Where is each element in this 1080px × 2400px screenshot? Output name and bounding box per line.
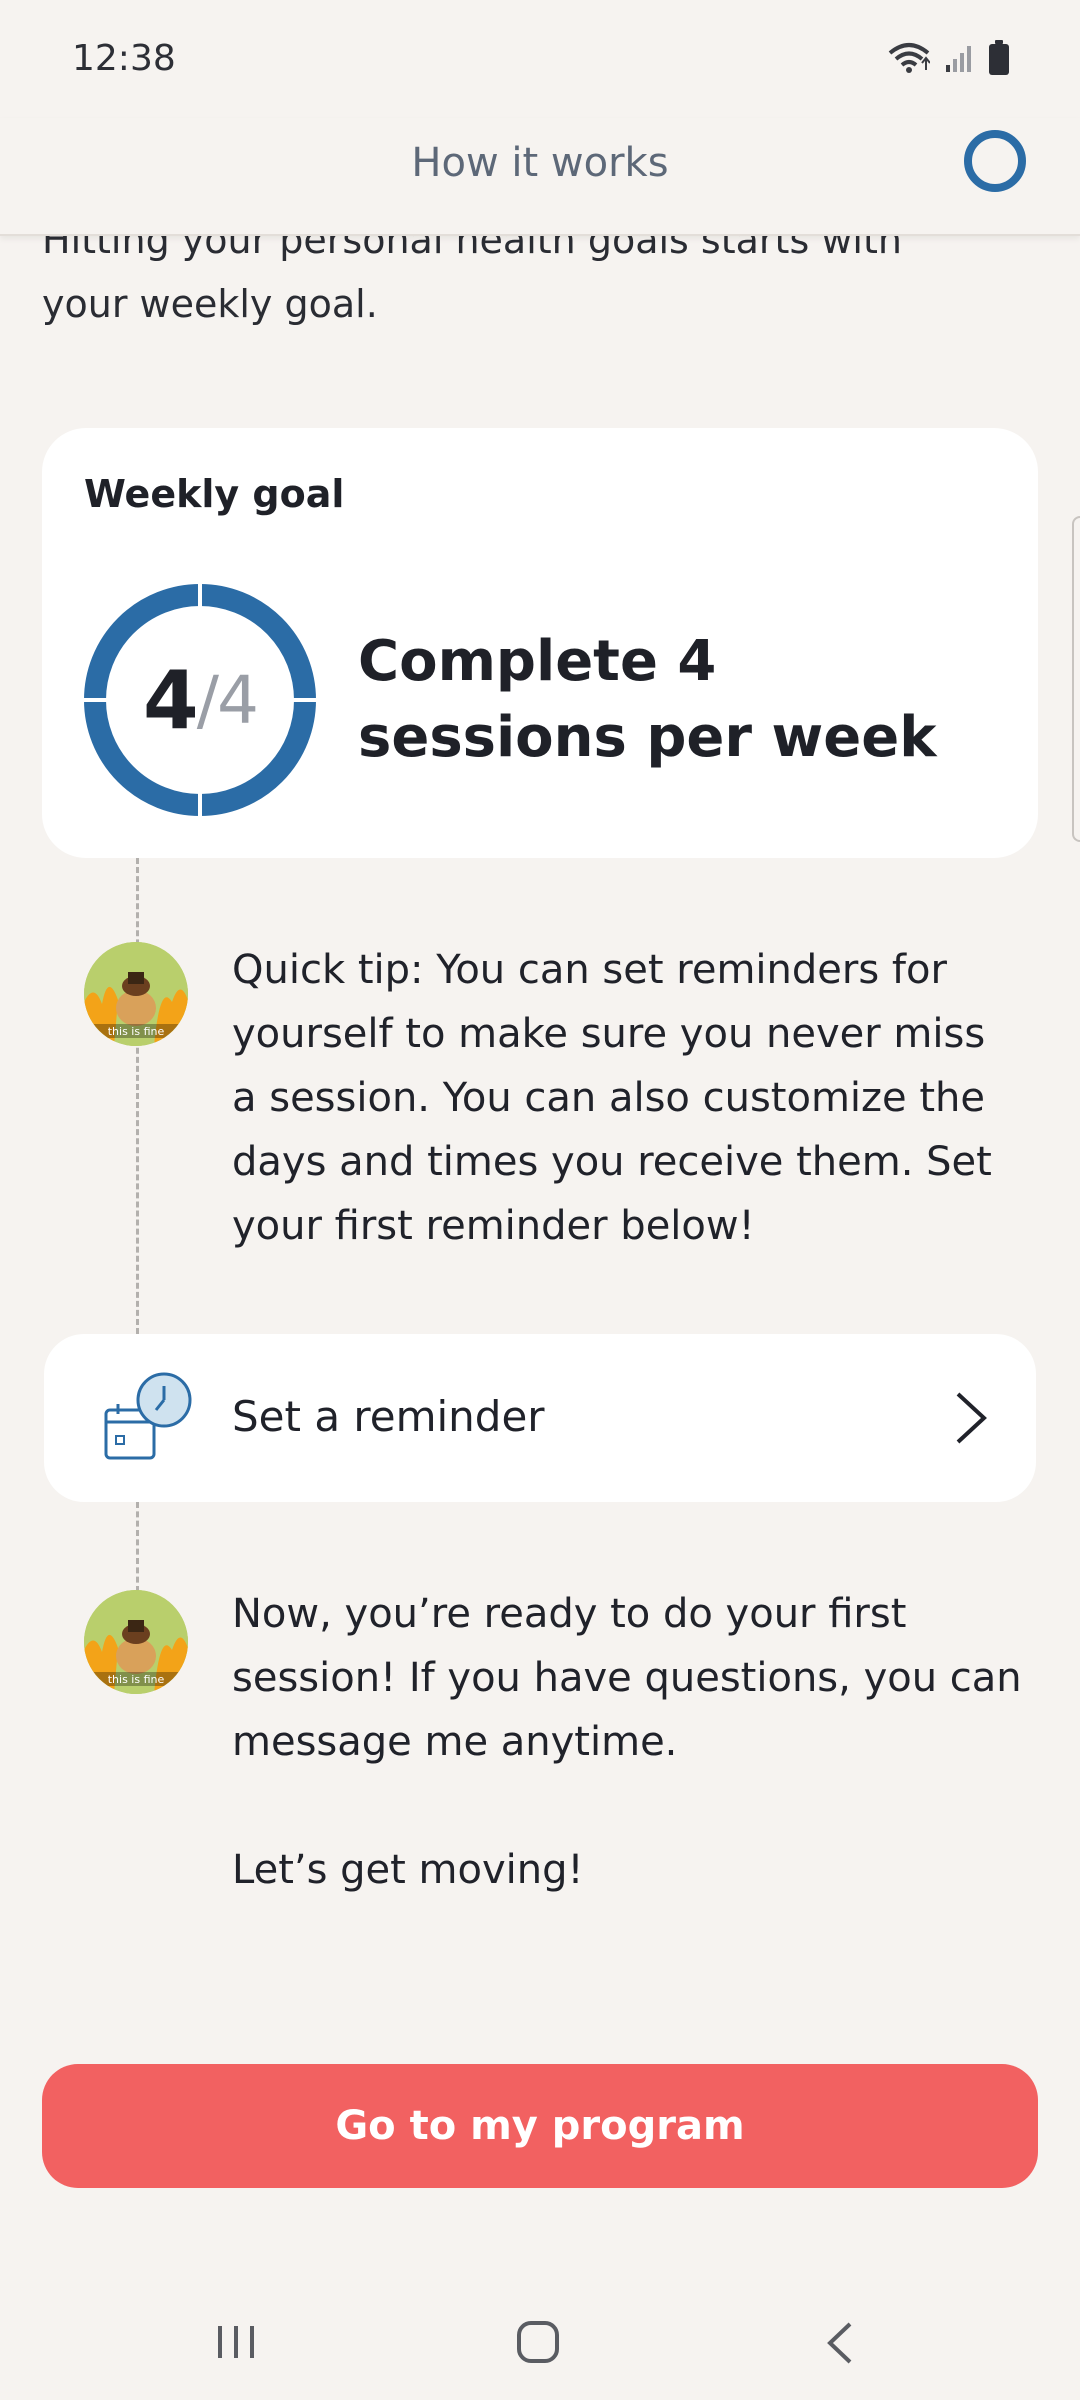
scrollbar[interactable] (1072, 516, 1080, 842)
page-title: How it works (411, 140, 669, 186)
weekly-goal-label: Weekly goal (84, 472, 345, 516)
home-icon[interactable] (516, 2320, 560, 2364)
intro-line-2: your weekly goal. (42, 282, 378, 326)
timeline-connector (136, 858, 139, 1334)
goal-completed: 4 (143, 653, 199, 747)
app-header: How it works (0, 118, 1080, 236)
goal-total: /4 (196, 661, 259, 739)
wifi-icon (888, 43, 930, 73)
goal-count: 4/4 (82, 582, 318, 818)
tip-message: Now, you’re ready to do your first sessi… (232, 1582, 1022, 1902)
battery-icon (989, 40, 1009, 75)
weekly-goal-card: Weekly goal 4/4 Complete 4 sessions per … (42, 428, 1038, 858)
recents-icon[interactable] (214, 2320, 258, 2364)
tip-message: Quick tip: You can set reminders for you… (232, 947, 992, 1249)
go-to-program-button[interactable]: Go to my program (42, 2064, 1038, 2188)
svg-text:this is fine: this is fine (108, 1025, 165, 1038)
tip-message-line: Now, you’re ready to do your first sessi… (232, 1591, 1022, 1765)
timeline-connector (136, 1502, 139, 1592)
coach-avatar-icon: this is fine (84, 1590, 188, 1694)
back-icon[interactable] (822, 2320, 858, 2366)
ring-icon[interactable] (964, 130, 1026, 192)
tip-message-line: Let’s get moving! (232, 1847, 584, 1893)
coach-avatar-icon: this is fine (84, 942, 188, 1046)
status-bar: 12:38 (0, 0, 1080, 118)
chevron-right-icon (956, 1392, 987, 1444)
status-icons (888, 40, 1010, 76)
set-reminder-button[interactable]: Set a reminder (44, 1334, 1036, 1502)
svg-text:this is fine: this is fine (108, 1673, 165, 1686)
status-time: 12:38 (72, 38, 176, 79)
goal-description: Complete 4 sessions per week (358, 629, 937, 770)
system-nav-bar (0, 2290, 1080, 2400)
set-reminder-label: Set a reminder (232, 1392, 545, 1441)
signal-icon (946, 46, 971, 72)
calendar-clock-icon (104, 1372, 192, 1460)
